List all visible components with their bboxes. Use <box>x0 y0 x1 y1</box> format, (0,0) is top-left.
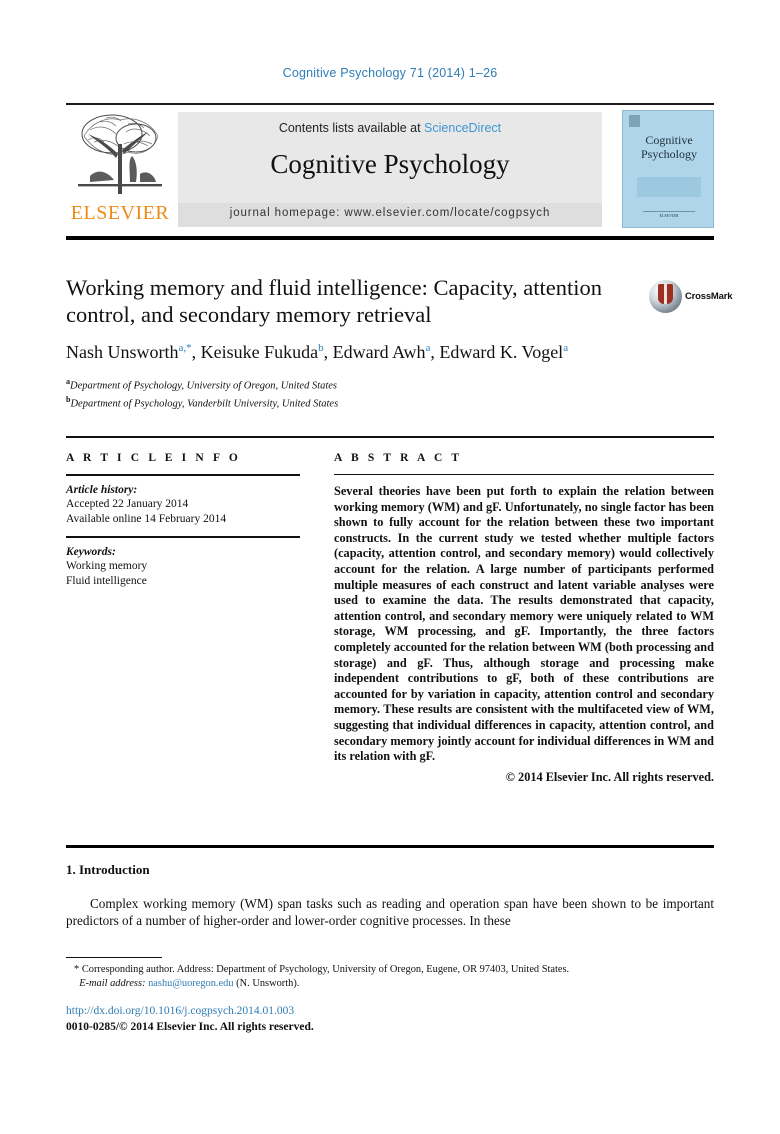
article-history-accepted: Accepted 22 January 2014 <box>66 498 189 510</box>
crossmark-circle-icon <box>649 280 682 313</box>
abstract-copyright: © 2014 Elsevier Inc. All rights reserved… <box>505 769 714 784</box>
corresponding-author-note: * Corresponding author. Address: Departm… <box>66 963 714 977</box>
author-list: Nash Unswortha,*, Keisuke Fukudab, Edwar… <box>66 342 569 362</box>
introduction-top-rule <box>66 845 714 848</box>
crossmark-label: CrossMark <box>685 291 733 302</box>
sciencedirect-link[interactable]: ScienceDirect <box>424 121 501 135</box>
journal-masthead: ELSEVIER Contents lists available at Sci… <box>66 110 714 230</box>
crossmark-book-icon <box>658 284 673 304</box>
running-head: Cognitive Psychology 71 (2014) 1–26 <box>282 66 498 80</box>
footnote-block: * Corresponding author. Address: Departm… <box>66 963 714 991</box>
author-name[interactable]: Keisuke Fukuda <box>201 342 318 362</box>
affiliation-text: Department of Psychology, Vanderbilt Uni… <box>70 398 339 409</box>
title-block: Working memory and fluid intelligence: C… <box>66 274 733 410</box>
abstract-heading: A B S T R A C T <box>334 452 463 464</box>
abstract-section-top-rule <box>66 436 714 438</box>
abstract-text: Several theories have been put forth to … <box>334 484 714 764</box>
introduction-paragraph: Complex working memory (WM) span tasks s… <box>66 896 714 928</box>
cover-artwork <box>637 177 701 197</box>
journal-homepage-strip: journal homepage: www.elsevier.com/locat… <box>178 203 602 227</box>
article-history-online: Available online 14 February 2014 <box>66 512 227 525</box>
article-history-label: Article history: <box>66 483 138 496</box>
elsevier-logo[interactable]: ELSEVIER <box>66 110 174 228</box>
journal-title: Cognitive Psychology <box>270 149 510 179</box>
issn-copyright-line: 0010-0285/© 2014 Elsevier Inc. All right… <box>66 1021 314 1033</box>
keyword-item[interactable]: Working memory <box>66 559 300 574</box>
cover-elsevier-icon <box>629 115 640 127</box>
affiliation-text: Department of Psychology, University of … <box>70 380 338 392</box>
article-info-column: A R T I C L E I N F O Article history: A… <box>66 452 300 588</box>
page-title: Working memory and fluid intelligence: C… <box>66 275 602 327</box>
journal-article-page: Cognitive Psychology 71 (2014) 1–26 ELSE… <box>0 0 780 1134</box>
author-name[interactable]: Nash Unsworth <box>66 342 179 362</box>
article-info-heading: A R T I C L E I N F O <box>66 452 241 464</box>
footnote-rule <box>66 957 162 958</box>
keyword-item[interactable]: Fluid intelligence <box>66 574 300 589</box>
keywords-group: Keywords: Working memory Fluid intellige… <box>66 545 300 589</box>
email-owner: (N. Unsworth). <box>236 978 300 989</box>
introduction-heading: 1. Introduction <box>66 862 150 877</box>
author-affiliation-mark: a,* <box>178 342 192 354</box>
journal-homepage-link[interactable]: journal homepage: www.elsevier.com/locat… <box>178 207 602 219</box>
email-link[interactable]: nashu@uoregon.edu <box>148 978 233 989</box>
crossmark-badge[interactable]: CrossMark <box>649 280 733 314</box>
affiliation-item: aDepartment of Psychology, University of… <box>66 375 714 393</box>
contents-prefix-text: Contents lists available at <box>278 121 425 135</box>
abstract-column: A B S T R A C T Several theories have be… <box>334 452 714 785</box>
corresponding-author-marker: * <box>74 964 80 975</box>
affiliation-item: bDepartment of Psychology, Vanderbilt Un… <box>66 393 714 411</box>
journal-header-box: Contents lists available at ScienceDirec… <box>178 112 602 227</box>
abstract-divider <box>334 474 714 475</box>
masthead-bottom-rule <box>66 236 714 240</box>
article-history-group: Article history: Accepted 22 January 201… <box>66 483 300 527</box>
corresponding-author-text: Corresponding author. Address: Departmen… <box>81 964 570 975</box>
cover-journal-title: Cognitive Psychology <box>640 133 697 161</box>
journal-cover-thumbnail[interactable]: Cognitive Psychology ELSEVIER <box>622 110 714 228</box>
doi-link[interactable]: http://dx.doi.org/10.1016/j.cogpsych.201… <box>66 1005 294 1017</box>
author-affiliation-mark: b <box>318 342 324 354</box>
author-affiliation-mark: a <box>563 342 569 354</box>
author-affiliation-mark: a <box>425 342 431 354</box>
affiliation-list: aDepartment of Psychology, University of… <box>66 375 714 410</box>
author-name[interactable]: Edward K. Vogel <box>439 342 563 362</box>
contents-available-line: Contents lists available at ScienceDirec… <box>178 121 602 135</box>
elsevier-wordmark: ELSEVIER <box>70 202 170 224</box>
cover-publisher-label: ELSEVIER <box>659 213 679 218</box>
elsevier-tree-icon <box>78 114 162 194</box>
article-info-divider <box>66 474 300 476</box>
email-label: E-mail address: <box>79 978 146 989</box>
keywords-label: Keywords: <box>66 545 116 558</box>
cover-divider <box>643 211 695 212</box>
masthead-top-rule <box>66 103 714 105</box>
author-name[interactable]: Edward Awh <box>333 342 426 362</box>
keywords-divider <box>66 536 300 538</box>
email-note: E-mail address: nashu@uoregon.edu (N. Un… <box>66 977 714 991</box>
